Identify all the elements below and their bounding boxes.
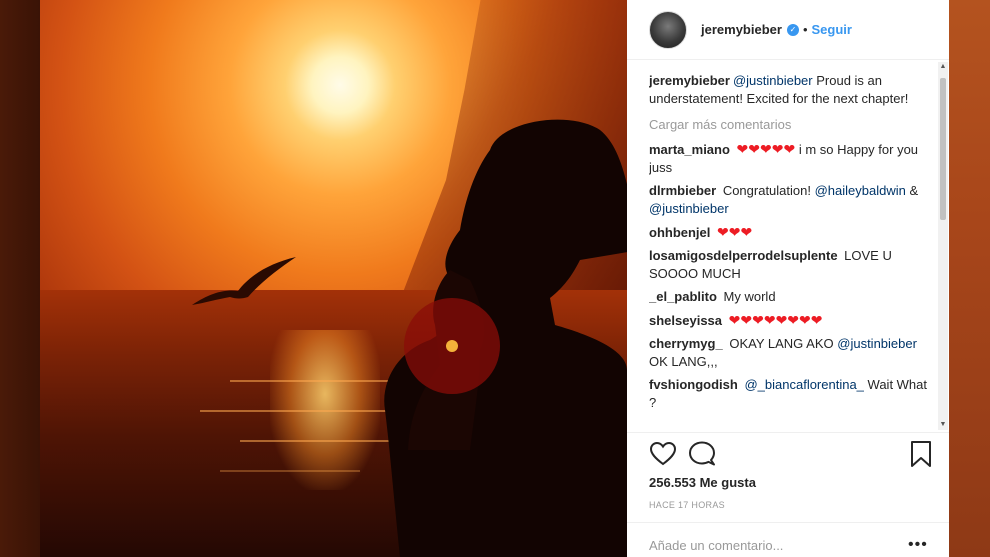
- comment-text: Congratulation!: [722, 183, 815, 198]
- post-timestamp[interactable]: HACE 17 HORAS: [649, 500, 725, 510]
- comments-list: jeremybieber @justinbieber Proud is an un…: [649, 72, 937, 432]
- divider: [627, 522, 949, 523]
- list-item: marta_miano ❤❤❤❤❤ i m so Happy for you j…: [649, 140, 937, 177]
- post-username[interactable]: jeremybieber: [701, 22, 782, 37]
- add-comment-input[interactable]: Añade un comentario...: [649, 538, 899, 553]
- post-actions: [649, 440, 939, 468]
- caption: jeremybieber @justinbieber Proud is an un…: [649, 72, 937, 108]
- comment-username[interactable]: losamigosdelperrodelsuplente: [649, 248, 838, 263]
- caption-mention[interactable]: @justinbieber: [733, 73, 813, 88]
- list-item: losamigosdelperrodelsuplente LOVE U SOOO…: [649, 247, 937, 283]
- bookmark-icon[interactable]: [907, 440, 935, 468]
- comments-scrollbar[interactable]: ▲ ▼: [938, 62, 948, 430]
- heart-emoji: ❤❤❤: [717, 224, 753, 240]
- comment-text: OKAY LANG AKO: [729, 336, 838, 351]
- background-strip: [949, 0, 990, 557]
- list-item: shelseyissa ❤❤❤❤❤❤❤❤: [649, 311, 937, 330]
- list-item: _el_pablito My world: [649, 288, 937, 306]
- comment-username[interactable]: cherrymyg_: [649, 336, 723, 351]
- divider: [627, 432, 949, 433]
- comment-username[interactable]: shelseyissa: [649, 313, 722, 328]
- list-item: fvshiongodish @_biancaflorentina_ Wait W…: [649, 376, 937, 412]
- verified-badge-icon: ✓: [786, 23, 799, 36]
- post-side-panel: jeremybieber ✓ • Seguir jeremybieber @jus…: [627, 0, 949, 557]
- scroll-down-arrow-icon[interactable]: ▼: [938, 420, 948, 430]
- person-silhouette: [384, 119, 627, 557]
- likes-count[interactable]: 256.553 Me gusta: [649, 475, 756, 490]
- comment-username[interactable]: ohhbenjel: [649, 225, 710, 240]
- more-options-button[interactable]: •••: [908, 536, 928, 554]
- separator-dot: •: [802, 22, 808, 37]
- comment-mention[interactable]: @justinbieber: [649, 201, 729, 216]
- follow-button[interactable]: Seguir: [812, 22, 852, 37]
- caption-username[interactable]: jeremybieber: [649, 73, 730, 88]
- comment-bubble-icon[interactable]: [688, 440, 716, 468]
- seagull-silhouette: [192, 257, 296, 305]
- comment-text: OK LANG,,,: [649, 354, 718, 369]
- avatar[interactable]: [649, 10, 687, 49]
- heart-emoji: ❤❤❤❤❤❤❤❤: [728, 312, 823, 328]
- comment-mention[interactable]: @justinbieber: [837, 336, 917, 351]
- list-item: dlrmbieber Congratulation! @haileybaldwi…: [649, 182, 937, 218]
- post-photo[interactable]: [40, 0, 627, 557]
- comment-username[interactable]: marta_miano: [649, 142, 730, 157]
- load-more-comments-button[interactable]: Cargar más comentarios: [649, 116, 937, 134]
- comment-text: &: [905, 183, 919, 198]
- comment-text: My world: [723, 289, 776, 304]
- scroll-up-arrow-icon[interactable]: ▲: [938, 62, 948, 72]
- post-header: jeremybieber ✓ • Seguir: [627, 0, 949, 60]
- comment-username[interactable]: fvshiongodish: [649, 377, 738, 392]
- comment-username[interactable]: _el_pablito: [649, 289, 717, 304]
- wave-glint: [220, 470, 360, 472]
- comment-mention[interactable]: @_biancaflorentina_: [744, 377, 863, 392]
- scroll-thumb[interactable]: [940, 78, 946, 220]
- comment-mention[interactable]: @haileybaldwin: [815, 183, 906, 198]
- comment-username[interactable]: dlrmbieber: [649, 183, 716, 198]
- list-item: cherrymyg_ OKAY LANG AKO @justinbieber O…: [649, 335, 937, 371]
- heart-outline-icon[interactable]: [649, 440, 677, 468]
- list-item: ohhbenjel ❤❤❤: [649, 223, 937, 242]
- heart-emoji: ❤❤❤❤❤: [736, 141, 796, 157]
